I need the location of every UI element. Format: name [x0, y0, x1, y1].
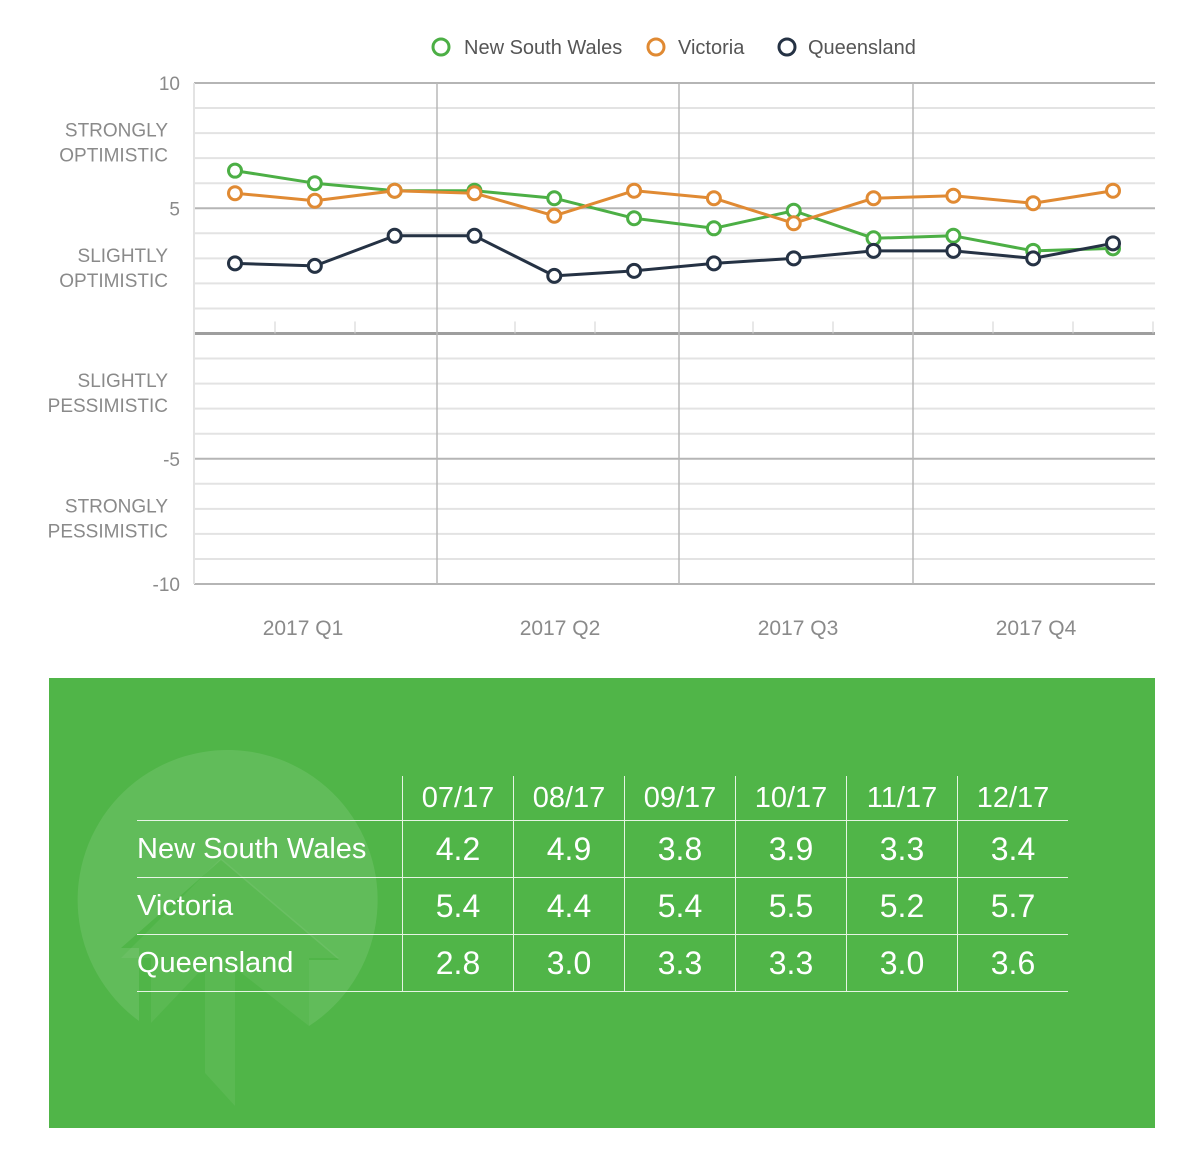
table-cell: 5.4 — [624, 877, 736, 935]
column-header: 09/17 — [624, 776, 736, 821]
chart-grid — [193, 82, 1155, 585]
table-cell: 3.3 — [735, 934, 847, 992]
data-point — [466, 227, 483, 244]
x-tick-label: 2017 Q2 — [520, 617, 601, 640]
table-cell: 5.2 — [846, 877, 958, 935]
y-category-label: PESSIMISTIC — [48, 396, 168, 417]
data-point — [626, 182, 643, 199]
series-qld — [227, 227, 1121, 284]
data-point — [466, 185, 483, 202]
column-header: 07/17 — [402, 776, 514, 821]
y-tick-label: -5 — [163, 450, 180, 471]
data-point — [1025, 195, 1042, 212]
table-cell: 3.0 — [513, 934, 625, 992]
legend-label: Queensland — [808, 37, 916, 59]
data-point — [1025, 250, 1042, 267]
data-point — [705, 220, 722, 237]
data-point — [386, 182, 403, 199]
data-point — [306, 175, 323, 192]
x-tick-label: 2017 Q3 — [758, 617, 839, 640]
table-row: Queensland 2.8 3.0 3.3 3.3 3.0 3.6 — [137, 934, 1068, 992]
y-tick-label: -10 — [153, 575, 180, 596]
data-point — [865, 190, 882, 207]
table-cell: 3.3 — [624, 934, 736, 992]
table-cell: 3.4 — [957, 820, 1068, 878]
table-cell: 5.4 — [402, 877, 514, 935]
x-axis: 2017 Q1 2017 Q2 2017 Q3 2017 Q4 — [263, 617, 1077, 640]
y-category-label: STRONGLY — [65, 496, 168, 517]
legend-marker-icon — [777, 37, 797, 57]
column-header: 12/17 — [957, 776, 1068, 821]
column-header: 10/17 — [735, 776, 847, 821]
data-point — [227, 162, 243, 179]
x-tick-label: 2017 Q4 — [996, 617, 1077, 640]
y-category-label: SLIGHTLY — [78, 371, 169, 392]
x-tick-label: 2017 Q1 — [263, 617, 344, 640]
data-point — [386, 227, 403, 244]
chart-legend: New South Wales Victoria Queensland — [431, 37, 916, 59]
data-point — [945, 242, 962, 259]
table-header-row: 07/17 08/17 09/17 10/17 11/17 12/17 — [137, 776, 1068, 821]
chart-series — [227, 162, 1121, 284]
line-chart: New South Wales Victoria Queensland 10 5 -5 -… — [48, 37, 1155, 640]
table-cell: 5.5 — [735, 877, 847, 935]
table-cell: 3.3 — [846, 820, 958, 878]
data-point — [785, 215, 802, 232]
table-cell: 4.9 — [513, 820, 625, 878]
y-tick-label: 5 — [169, 199, 180, 220]
row-label: Queensland — [137, 934, 403, 992]
legend-item: Victoria — [646, 37, 745, 59]
y-tick-label: 10 — [159, 74, 180, 95]
data-point — [227, 255, 243, 272]
data-point — [785, 250, 802, 267]
y-category-label: STRONGLY — [65, 121, 168, 142]
data-point — [626, 262, 643, 279]
data-point — [546, 190, 563, 207]
legend-item: New South Wales — [431, 37, 622, 59]
column-header: 11/17 — [846, 776, 958, 821]
table-cell: 3.0 — [846, 934, 958, 992]
data-point — [1105, 235, 1121, 252]
table-cell: 4.2 — [402, 820, 514, 878]
y-axis: 10 5 -5 -10 STRONGLY OPTIMISTIC SLIGHTLY OPTIMI… — [48, 74, 180, 596]
stats-table: 07/17 08/17 09/17 10/17 11/17 12/17 New … — [137, 776, 1068, 992]
y-category-label: SLIGHTLY — [78, 246, 169, 267]
table-cell: 5.7 — [957, 877, 1068, 935]
data-point — [945, 187, 962, 204]
y-category-label: OPTIMISTIC — [59, 146, 168, 167]
series-nsw — [227, 162, 1121, 259]
row-label: New South Wales — [137, 820, 403, 878]
row-label: Victoria — [137, 877, 403, 935]
data-point — [227, 185, 243, 202]
table-cell: 2.8 — [402, 934, 514, 992]
series-line — [234, 189, 1114, 225]
y-category-label: OPTIMISTIC — [59, 271, 168, 292]
legend-marker-icon — [431, 37, 451, 57]
summary-panel: 07/17 08/17 09/17 10/17 11/17 12/17 New … — [49, 678, 1155, 1128]
data-point — [705, 255, 722, 272]
y-category-label: PESSIMISTIC — [48, 521, 168, 542]
data-point — [626, 210, 643, 227]
legend-item: Queensland — [777, 37, 916, 59]
data-point — [306, 257, 323, 274]
table-row: New South Wales 4.2 4.9 3.8 3.9 3.3 3.4 — [137, 820, 1068, 878]
table-cell: 4.4 — [513, 877, 625, 935]
data-point — [306, 192, 323, 209]
data-point — [546, 207, 563, 224]
data-point — [1105, 182, 1121, 199]
data-point — [705, 190, 722, 207]
data-point — [546, 267, 563, 284]
table-row: Victoria 5.4 4.4 5.4 5.5 5.2 5.7 — [137, 877, 1068, 935]
data-point — [865, 242, 882, 259]
legend-label: Victoria — [678, 37, 745, 59]
table-corner-cell — [137, 776, 403, 821]
legend-marker-icon — [646, 37, 666, 57]
data-point — [945, 227, 962, 244]
legend-label: New South Wales — [464, 37, 622, 59]
table-cell: 3.6 — [957, 934, 1068, 992]
table-cell: 3.9 — [735, 820, 847, 878]
column-header: 08/17 — [513, 776, 625, 821]
table-cell: 3.8 — [624, 820, 736, 878]
